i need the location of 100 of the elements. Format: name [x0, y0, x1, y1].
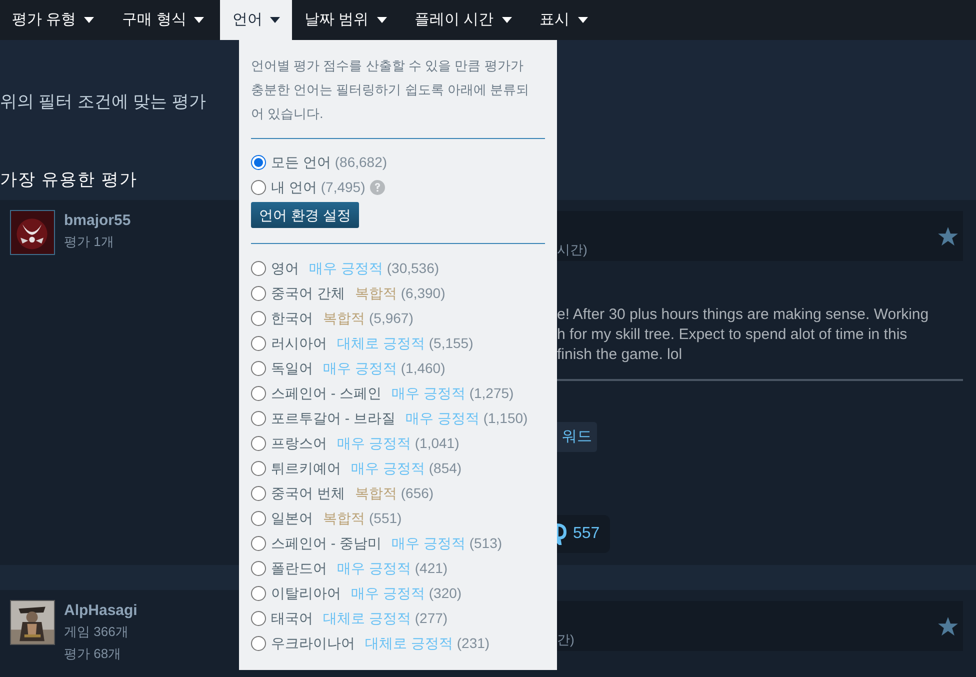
radio-button[interactable]: [251, 180, 266, 194]
author-name[interactable]: bmajor55: [64, 211, 131, 231]
author-stat: 평가 68개: [64, 645, 122, 663]
language-option[interactable]: 한국어: [271, 308, 313, 328]
rating-label: 매우 긍정적: [351, 584, 425, 603]
rating-label: 매우 긍정적: [309, 259, 383, 278]
caret-icon: [194, 17, 204, 23]
rating-label: 대체로 긍정적: [337, 334, 425, 353]
language-option[interactable]: 러시아어: [271, 333, 327, 353]
rating-label: 대체로 긍정적: [365, 634, 453, 653]
filter-tab[interactable]: 구매 형식: [110, 0, 216, 40]
rating-label: 복합적: [354, 284, 397, 303]
review-count: (656): [400, 484, 434, 503]
language-option[interactable]: 영어: [271, 258, 299, 278]
review-count: (231): [456, 634, 490, 653]
star-icon[interactable]: [938, 226, 958, 246]
star-icon[interactable]: [938, 616, 958, 636]
language-option[interactable]: 태국어: [271, 608, 313, 628]
filter-tab[interactable]: 언어: [220, 0, 292, 40]
rating-label: 대체로 긍정적: [323, 609, 411, 628]
radio-button[interactable]: [251, 510, 266, 526]
language-option[interactable]: 내 언어: [271, 177, 317, 197]
language-option[interactable]: 중국어 간체: [271, 283, 345, 303]
radio-button[interactable]: [251, 286, 266, 300]
radio-button[interactable]: [251, 260, 266, 276]
playtime-text: 간): [557, 631, 574, 650]
caret-icon: [270, 17, 280, 23]
language-option[interactable]: 스페인어 - 스페인: [271, 383, 382, 403]
radio-button[interactable]: [251, 360, 266, 376]
review-count: (513): [469, 534, 502, 553]
language-option[interactable]: 스페인어 - 중남미: [271, 533, 382, 553]
radio-button[interactable]: [251, 460, 266, 476]
results-summary: 위의 필터 조건에 맞는 평가: [0, 91, 206, 114]
rating-label: 매우 긍정적: [323, 359, 397, 378]
radio-button[interactable]: [251, 486, 266, 500]
rating-label: 매우 긍정적: [351, 459, 425, 478]
filter-tab[interactable]: 플레이 시간: [402, 0, 524, 40]
rating-label: 매우 긍정적: [391, 534, 466, 553]
author-stat: 게임 366개: [64, 623, 130, 641]
award-badge[interactable]: 557: [557, 515, 610, 553]
language-option[interactable]: 모든 언어: [271, 152, 331, 172]
radio-button[interactable]: [251, 336, 266, 350]
award-count: 557: [573, 524, 600, 544]
language-option[interactable]: 프랑스어: [271, 433, 327, 453]
radio-button[interactable]: [251, 560, 266, 576]
language-option[interactable]: 포르투갈어 - 브라질: [271, 408, 396, 428]
radio-button[interactable]: [251, 636, 266, 650]
section-title: 가장 유용한 평가: [0, 169, 138, 192]
rating-label: 복합적: [354, 484, 397, 503]
tag-button[interactable]: 워드: [557, 422, 597, 452]
author-stat: 평가 1개: [64, 233, 115, 251]
rating-label: 매우 긍정적: [405, 409, 480, 428]
filter-tab[interactable]: 평가 유형: [0, 0, 106, 40]
filter-tab[interactable]: 날짜 범위: [292, 0, 399, 40]
rating-label: 매우 긍정적: [337, 559, 411, 578]
dropdown-description: 언어별 평가 점수를 산출할 수 있을 만큼 평가가 충분한 언어는 필터링하기 쉽도록 아래에 분류되어 있습니다.: [251, 57, 530, 123]
review-text: finish the game. lol: [557, 345, 684, 365]
review-count: (7,495): [320, 178, 366, 197]
radio-button[interactable]: [251, 586, 266, 600]
radio-button[interactable]: [251, 310, 266, 326]
review-count: (854): [428, 459, 462, 478]
review-count: (421): [414, 559, 448, 578]
radio-button[interactable]: [251, 610, 266, 626]
review-count: (1,460): [400, 359, 446, 378]
review-count: (551): [369, 509, 402, 528]
language-option[interactable]: 튀르키예어: [271, 458, 341, 478]
language-option[interactable]: 독일어: [271, 358, 313, 378]
rating-label: 복합적: [323, 309, 365, 328]
language-option[interactable]: 이탈리아어: [271, 583, 341, 603]
review-count: (1,275): [469, 384, 514, 403]
radio-button[interactable]: [251, 154, 266, 170]
review-text: h for my skill tree. Expect to spend alot of time in this: [557, 325, 908, 345]
playtime-text: 시간): [557, 241, 588, 260]
review-text: e! After 30 plus hours things are making sense. Working: [557, 305, 930, 325]
caret-icon: [578, 17, 588, 23]
radio-button[interactable]: [251, 386, 266, 400]
language-option[interactable]: 우크라이나어: [271, 633, 355, 653]
author-name[interactable]: AlpHasagi: [64, 601, 138, 621]
rating-label: 매우 긍정적: [337, 434, 411, 453]
caret-icon: [502, 17, 512, 23]
review-count: (5,967): [369, 309, 414, 328]
rating-label: 매우 긍정적: [391, 384, 466, 403]
radio-button[interactable]: [251, 410, 266, 426]
language-option[interactable]: 폴란드어: [271, 558, 327, 578]
review-count: (1,041): [414, 434, 460, 453]
review-count: (320): [428, 584, 462, 603]
review-count: (5,155): [428, 334, 474, 353]
language-settings-button[interactable]: 언어 환경 설정: [251, 202, 359, 228]
radio-button[interactable]: [251, 536, 266, 550]
rating-label: 복합적: [323, 509, 365, 528]
review-count: (1,150): [483, 409, 528, 428]
filter-tab[interactable]: 표시: [528, 0, 600, 40]
award-icon: [557, 523, 567, 545]
review-count: (277): [414, 609, 448, 628]
caret-icon: [376, 17, 387, 23]
review-count: (6,390): [400, 284, 446, 303]
language-option[interactable]: 중국어 번체: [271, 483, 345, 503]
review-count: (86,682): [334, 153, 388, 172]
radio-button[interactable]: [251, 436, 266, 450]
language-option[interactable]: 일본어: [271, 508, 313, 528]
